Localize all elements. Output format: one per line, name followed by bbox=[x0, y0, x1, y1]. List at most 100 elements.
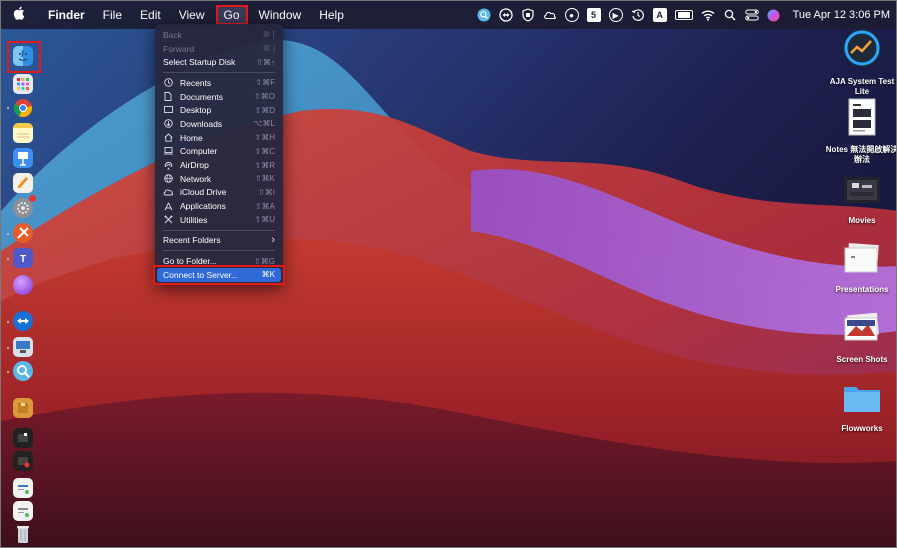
magnifier-app-icon[interactable] bbox=[13, 361, 33, 381]
desktop-screen: Finder File Edit View Go Window Help ● 5… bbox=[0, 0, 897, 548]
go-menu-icloud-drive[interactable]: iCloud Drive ⇧⌘I bbox=[155, 186, 283, 200]
play-icon[interactable]: ▶ bbox=[608, 8, 623, 22]
presentations-folder-icon bbox=[842, 242, 882, 281]
network-utility-icon[interactable] bbox=[13, 223, 33, 243]
wallpaper bbox=[1, 1, 896, 547]
clock-icon bbox=[163, 78, 173, 88]
airdrop-icon bbox=[163, 160, 173, 170]
desktop-item-label: Presentations bbox=[835, 285, 889, 294]
spotlight-icon[interactable] bbox=[723, 8, 737, 22]
go-menu-dropdown: Back ⌘ [ Forward ⌘ ] Select Startup Disk… bbox=[155, 24, 283, 285]
go-menu-desktop[interactable]: Desktop ⇧⌘D bbox=[155, 103, 283, 117]
menu-app-finder[interactable]: Finder bbox=[41, 6, 92, 24]
finder-highlight-annotation bbox=[7, 41, 41, 73]
desktop-item-movies[interactable]: Movies bbox=[822, 173, 896, 226]
menu-edit[interactable]: Edit bbox=[133, 6, 168, 24]
cloud-icon bbox=[163, 187, 173, 197]
menu-bar: Finder File Edit View Go Window Help ● 5… bbox=[1, 1, 896, 29]
go-menu-back: Back ⌘ [ bbox=[163, 29, 275, 40]
siri-icon[interactable] bbox=[767, 8, 781, 22]
go-menu-computer[interactable]: Computer ⇧⌘C bbox=[155, 145, 283, 159]
dock-document-stack-1[interactable] bbox=[13, 478, 33, 498]
battery-icon[interactable] bbox=[674, 10, 693, 20]
menu-separator bbox=[163, 72, 275, 74]
go-menu-forward: Forward ⌘ ] bbox=[163, 43, 275, 54]
connect-highlight-annotation bbox=[153, 265, 285, 285]
teams-icon[interactable]: T bbox=[13, 248, 33, 268]
creative-cloud-icon[interactable] bbox=[543, 8, 557, 22]
menu-go[interactable]: Go bbox=[215, 5, 248, 25]
trash-icon[interactable] bbox=[13, 524, 33, 544]
desktop-item-label: Notes 無法開啟解決辦法 bbox=[825, 145, 897, 164]
pages-icon[interactable] bbox=[13, 173, 33, 193]
desktop-icon bbox=[163, 105, 173, 115]
go-menu-applications[interactable]: Applications ⇧⌘A bbox=[155, 199, 283, 213]
go-menu-utilities[interactable]: Utilities ⇧⌘U bbox=[155, 213, 283, 227]
dock-running-dot bbox=[7, 321, 9, 323]
teamviewer-icon[interactable] bbox=[498, 8, 513, 22]
go-menu-downloads[interactable]: Downloads ⌥⌘L bbox=[155, 117, 283, 131]
circle-icon[interactable]: ● bbox=[564, 8, 579, 22]
applications-icon bbox=[163, 201, 173, 211]
go-menu-home[interactable]: Home ⇧⌘H bbox=[155, 131, 283, 145]
menu-file[interactable]: File bbox=[96, 6, 129, 24]
keynote-icon[interactable] bbox=[13, 148, 33, 168]
go-menu-network[interactable]: Network ⇧⌘K bbox=[155, 172, 283, 186]
input-source-icon[interactable]: A bbox=[652, 8, 667, 22]
dock-running-dot bbox=[7, 107, 9, 109]
go-menu-airdrop[interactable]: AirDrop ⇧⌘R bbox=[155, 158, 283, 172]
desktop-item-notes-doc[interactable]: Notes 無法開啟解決辦法 bbox=[822, 98, 897, 165]
movies-folder-icon bbox=[842, 173, 882, 212]
status-area: ● 5 ▶ A Tue Apr 12 3:06 PM bbox=[477, 1, 890, 29]
notification-badge bbox=[29, 195, 36, 202]
wifi-icon[interactable] bbox=[701, 8, 715, 22]
utilities-icon bbox=[163, 215, 173, 225]
svg-text:T: T bbox=[20, 254, 26, 265]
chrome-icon[interactable] bbox=[13, 98, 33, 118]
computer-icon bbox=[163, 146, 173, 156]
dock-folder-stack-1[interactable] bbox=[13, 428, 33, 448]
chevron-right-icon: › bbox=[271, 234, 275, 247]
network-icon bbox=[163, 174, 173, 184]
dock-folder-stack-2[interactable] bbox=[13, 451, 33, 471]
aja-app-icon bbox=[842, 28, 882, 73]
launchpad-icon[interactable] bbox=[13, 74, 33, 94]
notes-icon[interactable] bbox=[13, 123, 33, 143]
desktop-item-label: AJA System Test Lite bbox=[829, 77, 895, 96]
go-menu-recents[interactable]: Recents ⇧⌘F bbox=[155, 76, 283, 90]
dock-running-dot bbox=[7, 371, 9, 373]
menu-window[interactable]: Window bbox=[252, 6, 309, 24]
desktop-item-label: Screen Shots bbox=[836, 355, 888, 364]
five-icon[interactable]: 5 bbox=[586, 8, 601, 22]
menu-help[interactable]: Help bbox=[312, 6, 351, 24]
dock-running-dot bbox=[7, 233, 9, 235]
apple-icon[interactable] bbox=[13, 6, 27, 24]
go-menu-recent-folders[interactable]: Recent Folders › bbox=[155, 234, 283, 248]
screenshots-folder-icon bbox=[842, 312, 882, 351]
document-icon bbox=[163, 92, 173, 102]
control-center-icon[interactable] bbox=[744, 8, 759, 22]
screen-sharing-icon[interactable] bbox=[13, 337, 33, 357]
teamviewer-dock-icon[interactable] bbox=[13, 311, 33, 331]
time-machine-icon[interactable] bbox=[631, 8, 645, 22]
download-icon bbox=[163, 119, 173, 129]
dock-document-stack-2[interactable] bbox=[13, 501, 33, 521]
document-thumbnail-icon bbox=[848, 98, 876, 141]
search-globe-icon[interactable] bbox=[477, 8, 491, 22]
menubar-clock[interactable]: Tue Apr 12 3:06 PM bbox=[793, 9, 890, 21]
menu-view[interactable]: View bbox=[172, 6, 212, 24]
go-menu-select-startup-disk[interactable]: Select Startup Disk ⇧⌘↑ bbox=[155, 55, 283, 69]
desktop-item-aja[interactable]: AJA System Test Lite bbox=[822, 28, 896, 97]
go-menu-documents[interactable]: Documents ⇧⌘O bbox=[155, 90, 283, 104]
desktop-item-flowworks[interactable]: Flowworks bbox=[822, 381, 896, 434]
desktop-item-presentations[interactable]: Presentations bbox=[822, 242, 896, 295]
menu-separator bbox=[163, 250, 275, 252]
archive-utility-icon[interactable] bbox=[13, 398, 33, 418]
system-preferences-icon[interactable] bbox=[13, 195, 36, 218]
folder-icon bbox=[842, 381, 882, 420]
shield-icon[interactable] bbox=[521, 8, 535, 22]
dock-running-dot bbox=[7, 258, 9, 260]
desktop-item-screen-shots[interactable]: Screen Shots bbox=[822, 312, 896, 365]
app-store-purple-icon[interactable] bbox=[13, 275, 33, 295]
dock-running-dot bbox=[7, 347, 9, 349]
